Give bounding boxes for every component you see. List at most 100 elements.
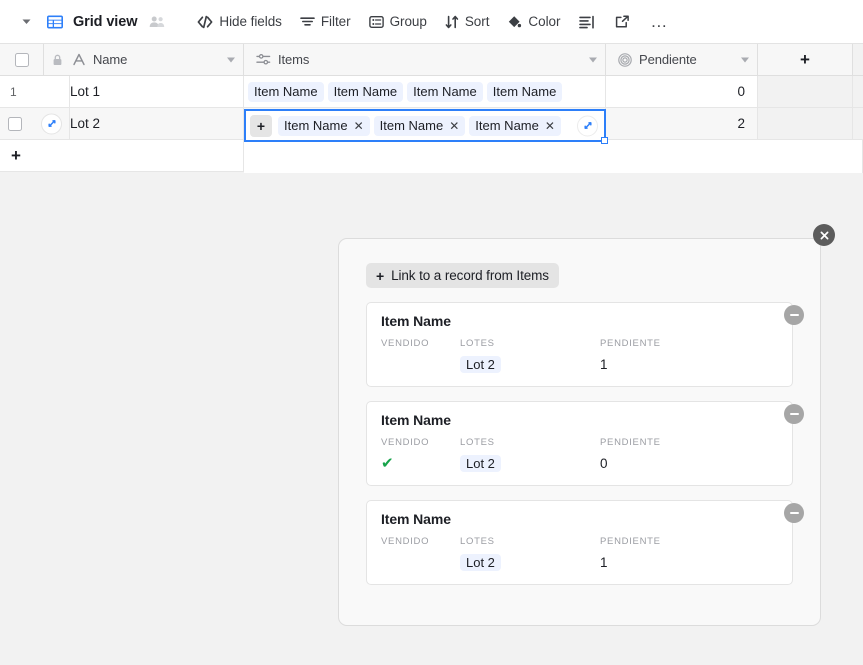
row-tail — [853, 76, 863, 107]
fill-handle[interactable] — [600, 136, 608, 144]
collaborators-icon[interactable] — [149, 15, 166, 28]
add-row-button[interactable]: + — [0, 140, 244, 172]
grid-view-switcher[interactable]: Grid view — [46, 13, 137, 31]
sort-label: Sort — [464, 14, 490, 29]
filter-button[interactable]: Filter — [293, 8, 358, 36]
field-label-lotes: LOTES — [460, 437, 495, 448]
linked-record-chip[interactable]: Item Name — [248, 81, 324, 102]
table-row[interactable]: 1 Lot 1 Item Name Item Name Item Name It… — [0, 76, 863, 108]
cell-name[interactable]: Lot 2 — [70, 108, 244, 139]
group-icon — [368, 15, 384, 29]
expand-record-icon — [47, 120, 56, 127]
field-label-vendido: VENDIDO — [381, 437, 430, 448]
chip-label: Item Name — [492, 83, 557, 99]
field-pendiente: PENDIENTE 0 — [600, 437, 720, 473]
add-field-button[interactable]: + — [758, 44, 853, 75]
close-panel-button[interactable] — [813, 224, 835, 246]
linked-records-panel: + Link to a record from Items Item Name … — [338, 224, 835, 626]
field-vendido: VENDIDO ✔ — [381, 437, 460, 473]
cell-items[interactable]: Item Name Item Name Item Name Item Name — [244, 76, 606, 107]
row-height-icon — [579, 15, 595, 29]
cell-name[interactable]: Lot 1 — [70, 76, 244, 107]
chip-label: Item Name — [413, 83, 477, 99]
field-label-vendido: VENDIDO — [381, 338, 430, 349]
linked-record-card[interactable]: Item Name VENDIDO LOTES Lot 2 PENDIENTE … — [366, 302, 793, 387]
row-add-field-spacer — [758, 108, 853, 139]
row-gutter[interactable] — [0, 108, 70, 139]
chevron-down-icon[interactable] — [741, 57, 749, 62]
color-button[interactable]: Color — [500, 8, 567, 36]
caret-down-icon[interactable] — [18, 14, 34, 30]
linked-record-card[interactable]: Item Name VENDIDO ✔ LOTES Lot 2 PENDIENT… — [366, 401, 793, 486]
row-add-field-spacer — [758, 76, 853, 107]
field-label-pendiente: PENDIENTE — [600, 338, 661, 349]
column-name-label: Pendiente — [639, 52, 697, 67]
cell-name-value: Lot 1 — [70, 84, 101, 99]
group-label: Group — [389, 14, 427, 29]
column-header-pendiente[interactable]: Pendiente — [606, 44, 758, 75]
linked-record-chip[interactable]: Item Name ✕ — [373, 115, 466, 136]
plus-icon: + — [256, 117, 266, 134]
group-button[interactable]: Group — [362, 8, 434, 36]
lote-chip[interactable]: Lot 2 — [460, 455, 501, 472]
plus-icon: + — [376, 267, 385, 284]
plus-icon: + — [11, 146, 21, 165]
field-value-pendiente: 0 — [600, 456, 608, 471]
share-view-icon — [615, 14, 630, 29]
linked-record-wrapper: Item Name VENDIDO ✔ LOTES Lot 2 PENDIENT… — [366, 401, 804, 486]
hide-fields-icon — [197, 15, 213, 29]
remove-linked-record-button[interactable] — [784, 404, 804, 424]
sort-button[interactable]: Sort — [438, 8, 497, 36]
field-lotes: LOTES Lot 2 — [460, 338, 600, 374]
column-header-items[interactable]: Items — [244, 44, 606, 75]
field-value-pendiente: 1 — [600, 555, 608, 570]
expand-cell-button[interactable] — [577, 115, 598, 136]
field-vendido: VENDIDO — [381, 536, 460, 572]
field-label-pendiente: PENDIENTE — [600, 536, 661, 547]
linked-record-chip[interactable]: Item Name — [407, 81, 483, 102]
record-title: Item Name — [381, 412, 451, 428]
row-select-checkbox[interactable] — [8, 116, 22, 131]
formula-field-icon — [618, 52, 632, 67]
view-toolbar: Grid view Hide fields Filter Group Sort … — [0, 0, 863, 44]
row-gutter[interactable]: 1 — [0, 76, 70, 107]
remove-chip-icon[interactable]: ✕ — [545, 120, 555, 132]
linked-record-card[interactable]: Item Name VENDIDO LOTES Lot 2 PENDIENTE … — [366, 500, 793, 585]
selected-items-cell[interactable]: + Item Name ✕ Item Name ✕ Item Name ✕ — [244, 109, 608, 144]
color-label: Color — [528, 14, 561, 29]
column-header-name[interactable]: Name — [70, 44, 244, 75]
linked-record-chip[interactable]: Item Name — [486, 81, 563, 102]
color-icon — [507, 15, 522, 29]
select-all-checkbox-cell[interactable] — [0, 44, 44, 75]
remove-linked-record-button[interactable] — [784, 503, 804, 523]
field-label-lotes: LOTES — [460, 338, 495, 349]
select-all-checkbox[interactable] — [14, 52, 29, 67]
lote-chip[interactable]: Lot 2 — [460, 554, 501, 571]
chip-label: Item Name — [475, 117, 539, 133]
chip-label: Item Name — [333, 83, 398, 99]
more-options-button[interactable]: … — [642, 8, 676, 36]
link-record-button[interactable]: + Link to a record from Items — [366, 263, 559, 288]
linked-record-chip[interactable]: Item Name ✕ — [278, 115, 370, 136]
remove-chip-icon[interactable]: ✕ — [449, 120, 459, 132]
lote-chip[interactable]: Lot 2 — [460, 356, 501, 373]
cell-pendiente-value: 2 — [737, 116, 745, 131]
row-height-button[interactable] — [571, 8, 603, 36]
linked-record-chip[interactable]: Item Name ✕ — [469, 115, 561, 136]
chevron-down-icon[interactable] — [589, 57, 597, 62]
linked-record-chip[interactable]: Item Name — [327, 81, 404, 102]
expand-record-button[interactable] — [41, 113, 62, 134]
share-view-button[interactable] — [607, 8, 638, 36]
chevron-down-icon[interactable] — [227, 57, 235, 62]
plus-icon: + — [800, 50, 810, 69]
remove-linked-record-button[interactable] — [784, 305, 804, 325]
field-value-pendiente: 1 — [600, 357, 608, 372]
filter-icon — [300, 15, 315, 28]
hide-fields-button[interactable]: Hide fields — [190, 8, 288, 36]
remove-chip-icon[interactable]: ✕ — [354, 120, 364, 132]
cell-pendiente[interactable]: 0 — [606, 76, 758, 107]
hide-fields-label: Hide fields — [219, 14, 282, 29]
field-value-vendido — [381, 553, 460, 572]
cell-pendiente[interactable]: 2 — [606, 108, 758, 139]
add-linked-record-button[interactable]: + — [250, 114, 272, 137]
